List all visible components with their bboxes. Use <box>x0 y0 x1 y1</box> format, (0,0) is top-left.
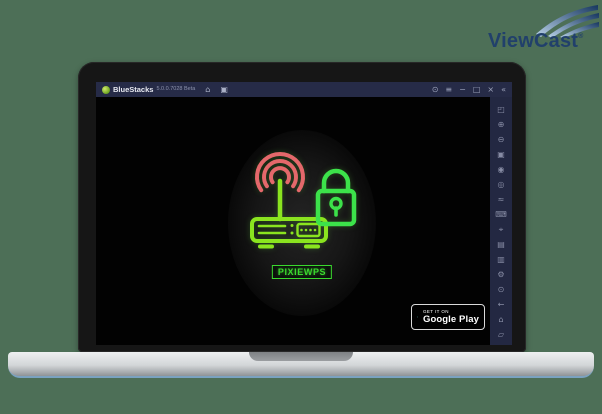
app-screen: PIXIEWPS GET IT ON Google Play <box>96 97 490 345</box>
screenshot-icon[interactable]: ▣ <box>497 147 505 162</box>
close-button[interactable]: × <box>487 85 494 94</box>
fullscreen-icon[interactable]: ◰ <box>497 102 505 117</box>
aim-assist-icon[interactable]: ⌖ <box>499 222 504 237</box>
app-tab[interactable]: ▣ <box>220 85 228 94</box>
maximize-button[interactable]: □ <box>473 85 481 94</box>
volume-down-icon[interactable]: ⊖ <box>498 132 505 147</box>
multi-instance-icon[interactable]: ▥ <box>497 252 505 267</box>
laptop-screen: BlueStacks 5.0.0.7028 Beta ⌂ ▣ ⊙ ≡ − □ ×… <box>78 62 526 352</box>
google-play-badge[interactable]: GET IT ON Google Play <box>411 304 485 330</box>
app-title-badge: PIXIEWPS <box>271 265 333 279</box>
home-icon[interactable]: ⌂ <box>498 312 503 327</box>
viewcast-logo: ViewCast® <box>486 3 602 59</box>
boost-button[interactable]: ⊙ <box>432 85 439 94</box>
laptop-base-notch <box>249 352 353 361</box>
page-background: ViewCast® BlueStacks 5.0.0.7028 Beta ⌂ ▣… <box>0 0 602 414</box>
recent-apps-icon[interactable]: ▱ <box>498 327 504 342</box>
shake-icon[interactable]: ≈ <box>498 192 505 207</box>
app-version: 5.0.0.7028 Beta <box>156 85 196 92</box>
viewcast-wordmark: ViewCast® <box>488 30 584 53</box>
back-icon[interactable]: ← <box>498 297 505 312</box>
eco-mode-icon[interactable]: ⊙ <box>498 282 505 297</box>
menu-button[interactable]: ≡ <box>445 85 452 94</box>
bluestacks-window: BlueStacks 5.0.0.7028 Beta ⌂ ▣ ⊙ ≡ − □ ×… <box>96 82 512 345</box>
app-name: BlueStacks <box>113 84 154 94</box>
toolbar-sidebar: ◰ ⊕ ⊖ ▣ ◉ ◎ ≈ ⌨ ⌖ ▤ ▥ ⚙ ⊙ ← ⌂ ▱ <box>490 97 512 345</box>
laptop-base <box>8 352 594 378</box>
volume-up-icon[interactable]: ⊕ <box>498 117 505 132</box>
viewcast-name: ViewCast <box>488 30 579 52</box>
registered-trademark: ® <box>578 33 584 40</box>
home-tab[interactable]: ⌂ <box>205 85 210 94</box>
media-manager-icon[interactable]: ▤ <box>497 237 505 252</box>
settings-gear-icon[interactable]: ⚙ <box>497 267 504 282</box>
minimize-button[interactable]: − <box>459 85 466 94</box>
camera-icon[interactable]: ◉ <box>498 162 505 177</box>
titlebar: BlueStacks 5.0.0.7028 Beta ⌂ ▣ ⊙ ≡ − □ ×… <box>96 82 512 97</box>
google-play-icon <box>417 316 418 318</box>
collapse-sidebar-button[interactable]: « <box>501 85 506 94</box>
window-controls: ⊙ ≡ − □ × « <box>432 85 506 94</box>
padlock-icon <box>315 168 357 227</box>
rotate-icon[interactable]: ◎ <box>498 177 505 192</box>
play-badge-text: GET IT ON Google Play <box>423 309 479 325</box>
bluestacks-logo-icon <box>102 85 110 94</box>
router-lock-artwork <box>250 151 357 249</box>
play-badge-store-name: Google Play <box>422 313 479 325</box>
keyboard-controls-icon[interactable]: ⌨ <box>495 207 507 222</box>
window-content: PIXIEWPS GET IT ON Google Play ◰ ⊕ ⊖ ▣ ◉… <box>96 97 512 345</box>
